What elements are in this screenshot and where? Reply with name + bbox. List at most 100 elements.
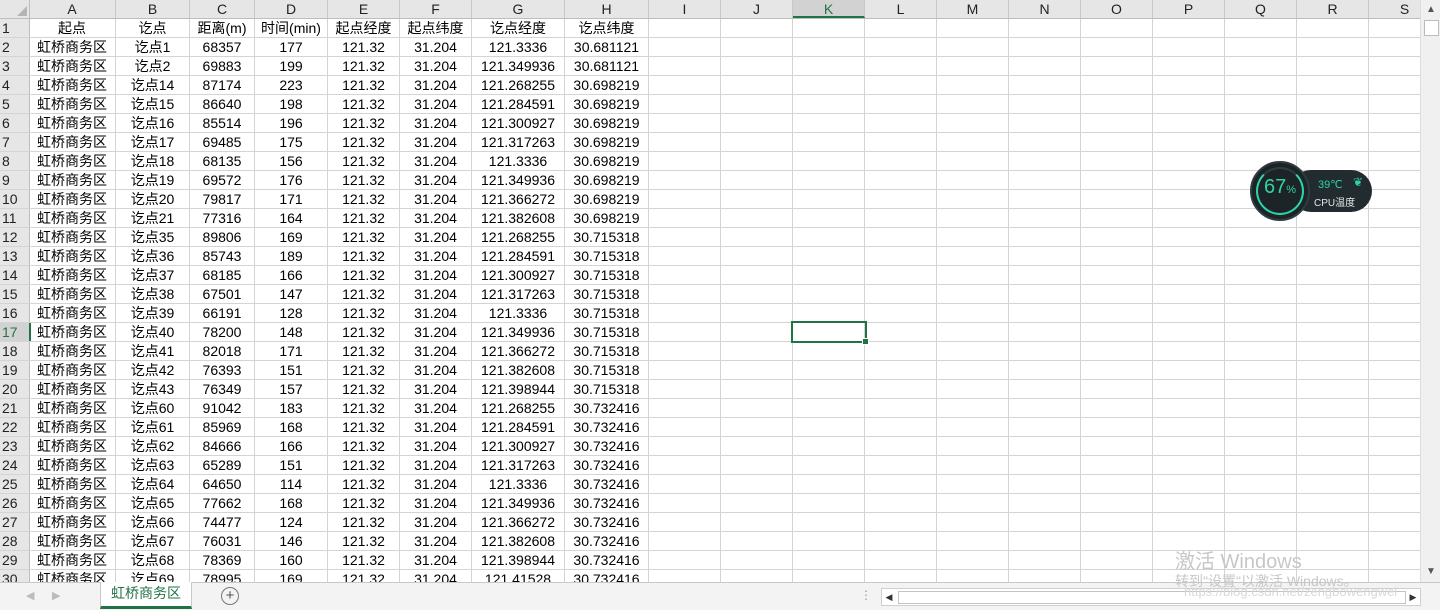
cell-i[interactable]: [649, 133, 721, 152]
cell-s[interactable]: [1369, 266, 1420, 285]
cell-r[interactable]: [1297, 399, 1369, 418]
cell-m[interactable]: [937, 285, 1009, 304]
row-header[interactable]: 2: [0, 38, 30, 57]
cell-a[interactable]: 虹桥商务区: [29, 133, 116, 152]
cell-q[interactable]: [1225, 361, 1297, 380]
cell-q[interactable]: [1225, 380, 1297, 399]
cell-k[interactable]: [793, 361, 865, 380]
cell-h[interactable]: 30.732416: [565, 532, 649, 551]
cell-i[interactable]: [649, 437, 721, 456]
cell-i[interactable]: [649, 76, 721, 95]
cell-f[interactable]: 31.204: [400, 456, 472, 475]
cell-k[interactable]: [793, 266, 865, 285]
cell-j[interactable]: [721, 133, 793, 152]
cell-d[interactable]: 148: [255, 323, 328, 342]
cell-d[interactable]: 156: [255, 152, 328, 171]
cell-m[interactable]: [937, 247, 1009, 266]
cell-l[interactable]: [865, 437, 937, 456]
cell-f[interactable]: 31.204: [400, 551, 472, 570]
cell-a[interactable]: 虹桥商务区: [29, 456, 116, 475]
cell-j[interactable]: [721, 513, 793, 532]
scroll-left-arrow-icon[interactable]: ◀: [882, 589, 896, 605]
cell-l[interactable]: [865, 399, 937, 418]
cell-j[interactable]: [721, 570, 793, 582]
cell-s[interactable]: [1369, 19, 1420, 38]
cell-k[interactable]: [793, 190, 865, 209]
cell-h[interactable]: 30.732416: [565, 418, 649, 437]
cell-o[interactable]: [1081, 247, 1153, 266]
cell-i[interactable]: [649, 342, 721, 361]
cell-g[interactable]: 121.268255: [472, 76, 565, 95]
row-header[interactable]: 21: [0, 399, 30, 418]
cell-b[interactable]: 讫点20: [116, 190, 190, 209]
cell-a[interactable]: 虹桥商务区: [29, 266, 116, 285]
cell-k[interactable]: [793, 342, 865, 361]
cell-o[interactable]: [1081, 437, 1153, 456]
row-header[interactable]: 8: [0, 152, 30, 171]
cell-d[interactable]: 189: [255, 247, 328, 266]
cell-m[interactable]: [937, 171, 1009, 190]
cell-b[interactable]: 讫点35: [116, 228, 190, 247]
cell-a[interactable]: 虹桥商务区: [29, 437, 116, 456]
cell-d[interactable]: 176: [255, 171, 328, 190]
row-header[interactable]: 19: [0, 361, 30, 380]
cell-m[interactable]: [937, 323, 1009, 342]
cell-b[interactable]: 讫点61: [116, 418, 190, 437]
cell-h[interactable]: 30.698219: [565, 171, 649, 190]
cell-g[interactable]: 121.284591: [472, 418, 565, 437]
cell-n[interactable]: [1009, 133, 1081, 152]
cell-i[interactable]: [649, 494, 721, 513]
cell-e[interactable]: 121.32: [328, 76, 400, 95]
cell-p[interactable]: [1153, 19, 1225, 38]
cell-n[interactable]: [1009, 95, 1081, 114]
cell-p[interactable]: [1153, 323, 1225, 342]
cell-s[interactable]: [1369, 323, 1420, 342]
row-header[interactable]: 30: [0, 570, 30, 582]
cell-b[interactable]: 讫点62: [116, 437, 190, 456]
cell-h[interactable]: 30.715318: [565, 285, 649, 304]
cell-e[interactable]: 121.32: [328, 437, 400, 456]
cell-c[interactable]: 82018: [190, 342, 255, 361]
cell-i[interactable]: [649, 323, 721, 342]
cell-m[interactable]: [937, 76, 1009, 95]
cell-j[interactable]: [721, 494, 793, 513]
cell-i[interactable]: [649, 418, 721, 437]
cell-c[interactable]: 77316: [190, 209, 255, 228]
cell-r[interactable]: [1297, 19, 1369, 38]
cell-r[interactable]: [1297, 418, 1369, 437]
cell-i[interactable]: [649, 532, 721, 551]
cell-c[interactable]: 68185: [190, 266, 255, 285]
cell-c[interactable]: 距离(m): [190, 19, 255, 38]
vertical-scrollbar[interactable]: ▲ ▼: [1420, 0, 1440, 582]
cell-f[interactable]: 31.204: [400, 95, 472, 114]
scroll-down-arrow-icon[interactable]: ▼: [1423, 564, 1439, 580]
cell-d[interactable]: 168: [255, 494, 328, 513]
cell-j[interactable]: [721, 323, 793, 342]
cell-c[interactable]: 68357: [190, 38, 255, 57]
cell-l[interactable]: [865, 551, 937, 570]
cell-h[interactable]: 30.715318: [565, 266, 649, 285]
row-header[interactable]: 26: [0, 494, 30, 513]
cell-e[interactable]: 121.32: [328, 285, 400, 304]
cell-k[interactable]: [793, 95, 865, 114]
cell-d[interactable]: 198: [255, 95, 328, 114]
cell-o[interactable]: [1081, 304, 1153, 323]
cell-p[interactable]: [1153, 380, 1225, 399]
cell-k[interactable]: [793, 76, 865, 95]
cell-e[interactable]: 121.32: [328, 494, 400, 513]
cell-r[interactable]: [1297, 437, 1369, 456]
cell-h[interactable]: 30.715318: [565, 247, 649, 266]
cell-i[interactable]: [649, 171, 721, 190]
cell-j[interactable]: [721, 95, 793, 114]
cell-d[interactable]: 166: [255, 437, 328, 456]
row-header[interactable]: 3: [0, 57, 30, 76]
cell-n[interactable]: [1009, 494, 1081, 513]
row-header[interactable]: 16: [0, 304, 30, 323]
cell-k[interactable]: [793, 114, 865, 133]
cell-p[interactable]: [1153, 513, 1225, 532]
row-header[interactable]: 17: [0, 323, 31, 342]
cell-o[interactable]: [1081, 399, 1153, 418]
row-header[interactable]: 9: [0, 171, 30, 190]
cell-g[interactable]: 121.3336: [472, 475, 565, 494]
cell-k[interactable]: [793, 285, 865, 304]
